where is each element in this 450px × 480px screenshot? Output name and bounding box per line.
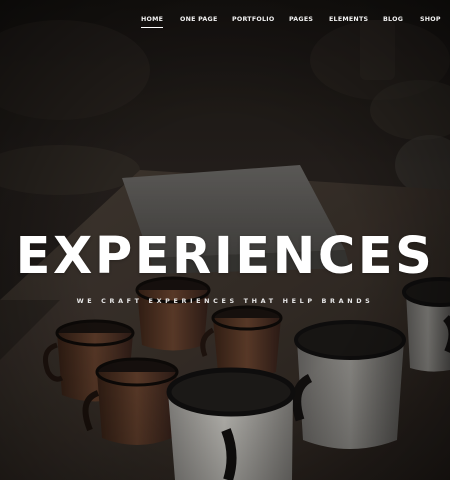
hero-section: HOME ONE PAGE PORTFOLIO PAGES ELEMENTS B… (0, 0, 450, 480)
nav-item-shop[interactable]: SHOP (420, 16, 441, 23)
nav-item-blog[interactable]: BLOG (383, 16, 403, 23)
hero-tagline: WE CRAFT EXPERIENCES THAT HELP BRANDS (76, 297, 374, 305)
hero-headline: EXPERIENCES (15, 227, 435, 286)
nav-item-portfolio[interactable]: PORTFOLIO (232, 16, 274, 23)
nav-item-elements[interactable]: ELEMENTS (329, 16, 368, 23)
main-navigation: HOME ONE PAGE PORTFOLIO PAGES ELEMENTS B… (0, 0, 450, 40)
nav-item-pages[interactable]: PAGES (289, 16, 313, 23)
nav-item-home[interactable]: HOME (141, 16, 164, 28)
nav-item-one-page[interactable]: ONE PAGE (180, 16, 218, 23)
